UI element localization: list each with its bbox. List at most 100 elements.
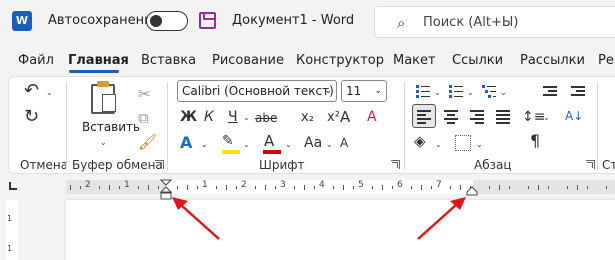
borders-icon[interactable]	[455, 135, 471, 151]
clear-format-button[interactable]: A	[367, 108, 377, 126]
ruler-tick	[567, 186, 568, 189]
group-label-styles: Ст	[602, 158, 615, 172]
line-spacing-dropdown-icon[interactable]: ⌄	[543, 113, 550, 122]
ruler-tick	[99, 186, 100, 189]
word-window: W Автосохранение Документ1 - Word ⌕ Поис…	[0, 0, 615, 260]
ruler-number: 7	[436, 180, 442, 190]
copy-icon[interactable]: ⧉	[138, 109, 149, 127]
ruler-tick	[548, 186, 549, 189]
document-page[interactable]	[66, 200, 615, 260]
ruler-tick	[265, 185, 266, 190]
ruler-tick	[528, 186, 529, 189]
font-name-select[interactable]: Calibri (Основной текст) ⌄	[177, 80, 337, 102]
align-center-icon[interactable]	[444, 110, 458, 126]
multilevel-dropdown-icon[interactable]: ⌄	[500, 88, 507, 97]
undo-icon[interactable]: ↶	[24, 82, 39, 100]
sort-icon[interactable]: A↓	[565, 107, 583, 125]
font-color-dropdown-icon[interactable]: ⌄	[285, 140, 292, 149]
right-indent-marker-icon[interactable]	[466, 186, 478, 196]
highlight-dropdown-icon[interactable]: ⌄	[243, 140, 250, 149]
numbering-dropdown-icon[interactable]: ⌄	[467, 88, 474, 97]
document-title: Документ1 - Word	[232, 13, 355, 28]
tab-selector-icon[interactable]	[9, 182, 17, 190]
tab-references[interactable]: Ссылки	[452, 53, 503, 68]
search-input[interactable]: ⌕ Поиск (Alt+Ы)	[374, 6, 615, 38]
tab-home[interactable]: Главная	[68, 53, 129, 68]
font-size-select[interactable]: 11 ⌄	[341, 80, 387, 102]
increase-indent-icon[interactable]	[571, 86, 585, 98]
tab-mailings[interactable]: Рассылки	[520, 53, 585, 68]
separator	[66, 82, 67, 170]
multilevel-list-icon[interactable]	[482, 84, 496, 98]
tab-layout[interactable]: Макет	[393, 53, 436, 68]
ruler-tick	[275, 186, 276, 189]
ruler-tick	[148, 185, 149, 190]
separator	[404, 82, 405, 170]
save-icon[interactable]	[199, 12, 216, 29]
font-size-value: 11	[346, 84, 362, 98]
bold-button[interactable]: Ж	[180, 108, 197, 126]
ruler-tick	[70, 185, 71, 190]
bullets-icon[interactable]	[416, 84, 430, 98]
search-placeholder: Поиск (Alt+Ы)	[423, 15, 519, 30]
word-logo-icon: W	[12, 11, 32, 31]
numbering-icon[interactable]	[449, 84, 463, 98]
underline-dropdown-icon[interactable]: ⌄	[243, 113, 250, 122]
text-effects-dropdown-icon[interactable]: ⌄	[201, 140, 208, 149]
font-launcher-icon[interactable]	[391, 160, 400, 169]
highlight-button[interactable]: ✎	[222, 132, 234, 150]
borders-dropdown-icon[interactable]: ⌄	[476, 140, 483, 149]
paragraph-launcher-icon[interactable]	[586, 160, 595, 169]
format-painter-icon[interactable]: 🖌	[138, 133, 157, 151]
bullets-dropdown-icon[interactable]: ⌄	[434, 88, 441, 97]
active-tab-indicator	[69, 70, 119, 73]
ruler-tick	[119, 186, 120, 189]
undo-dropdown-icon[interactable]: ⌄	[46, 88, 53, 97]
tab-draw[interactable]: Рисование	[212, 53, 284, 68]
shading-dropdown-icon[interactable]: ⌄	[435, 140, 442, 149]
clipboard-launcher-icon[interactable]	[155, 160, 164, 169]
ruler-tick	[314, 186, 315, 189]
ruler-tick	[450, 186, 451, 189]
shrink-font-button[interactable]: A	[340, 134, 348, 152]
change-case-dropdown-icon[interactable]: ⌄	[326, 140, 333, 149]
ruler-tick	[489, 186, 490, 189]
text-effects-button[interactable]: A	[180, 134, 192, 152]
change-case-button[interactable]: Aa	[304, 134, 322, 152]
align-right-icon[interactable]	[470, 110, 484, 126]
tab-design[interactable]: Конструктор	[296, 53, 384, 68]
ruler-tick	[587, 186, 588, 189]
ruler-tick	[138, 186, 139, 189]
tab-insert[interactable]: Вставка	[141, 53, 196, 68]
ruler-left-margin	[66, 180, 166, 194]
chevron-down-icon: ⌄	[374, 86, 382, 96]
ruler-tick	[353, 186, 354, 189]
line-spacing-icon[interactable]: ↕≡	[522, 108, 545, 126]
left-indent-marker-icon[interactable]	[160, 179, 172, 201]
font-color-button[interactable]: A	[264, 132, 274, 150]
highlight-color-bar	[222, 150, 240, 154]
grow-font-button[interactable]: A	[340, 108, 350, 126]
show-marks-icon[interactable]: ¶	[530, 132, 540, 150]
ruler-tick	[197, 186, 198, 189]
paste-label[interactable]: Вставить	[82, 120, 140, 134]
decrease-indent-icon[interactable]	[543, 86, 557, 98]
tab-review[interactable]: Ре	[598, 53, 614, 68]
underline-button[interactable]: Ч	[228, 108, 238, 126]
paste-dropdown-icon[interactable]: ⌄	[100, 138, 107, 147]
cut-icon[interactable]: ✂	[138, 85, 151, 103]
justify-icon[interactable]	[496, 110, 510, 126]
ruler-tick	[382, 185, 383, 190]
redo-icon[interactable]: ↻	[24, 108, 39, 126]
autosave-toggle[interactable]	[146, 11, 188, 31]
ruler-tick	[538, 185, 539, 190]
ruler-tick	[606, 186, 607, 189]
ruler-tick	[294, 186, 295, 189]
superscript-button[interactable]: x²	[327, 109, 340, 127]
italic-button[interactable]: К	[204, 108, 214, 126]
tab-file[interactable]: Файл	[18, 53, 54, 68]
paste-icon[interactable]	[91, 81, 116, 114]
subscript-button[interactable]: x₂	[301, 109, 314, 127]
shading-icon[interactable]: ◈	[414, 132, 426, 150]
strikethrough-button[interactable]: abe	[255, 109, 277, 127]
